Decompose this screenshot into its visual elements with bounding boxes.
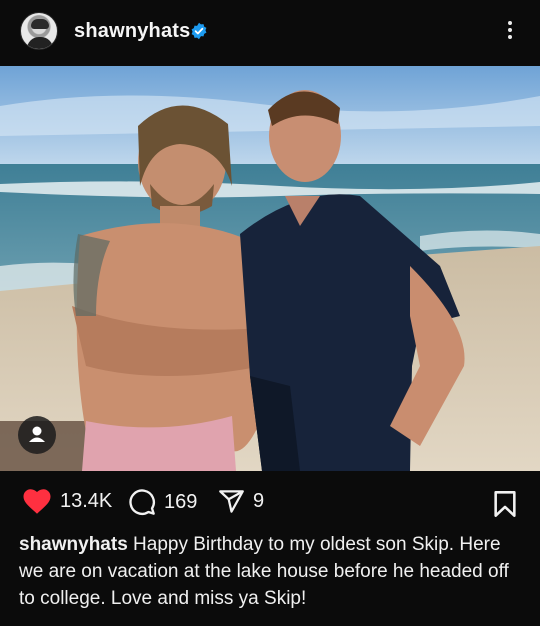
post-caption: shawnyhats Happy Birthday to my oldest s… (19, 531, 524, 612)
comment-button[interactable]: 169 (128, 488, 197, 516)
like-count: 13.4K (60, 490, 113, 512)
post-header: shawnyhats (0, 0, 540, 64)
post-photo[interactable] (0, 66, 540, 471)
comment-icon (129, 489, 155, 515)
more-vertical-icon[interactable] (498, 18, 522, 44)
send-icon (219, 490, 244, 513)
share-count: 9 (253, 490, 265, 512)
heart-icon (23, 489, 51, 514)
share-button[interactable]: 9 (218, 488, 264, 515)
verified-badge-icon (191, 22, 207, 40)
like-button[interactable]: 13.4K (22, 488, 112, 515)
user-tag-icon (29, 426, 45, 442)
bookmark-icon[interactable] (492, 490, 518, 518)
comment-count: 169 (164, 490, 198, 513)
user-tag-button[interactable] (18, 416, 56, 454)
post-actions: 13.4K 169 9 (0, 471, 540, 531)
profile-avatar[interactable] (20, 12, 58, 50)
username[interactable]: shawnyhats (74, 20, 190, 43)
caption-username[interactable]: shawnyhats (19, 534, 128, 555)
